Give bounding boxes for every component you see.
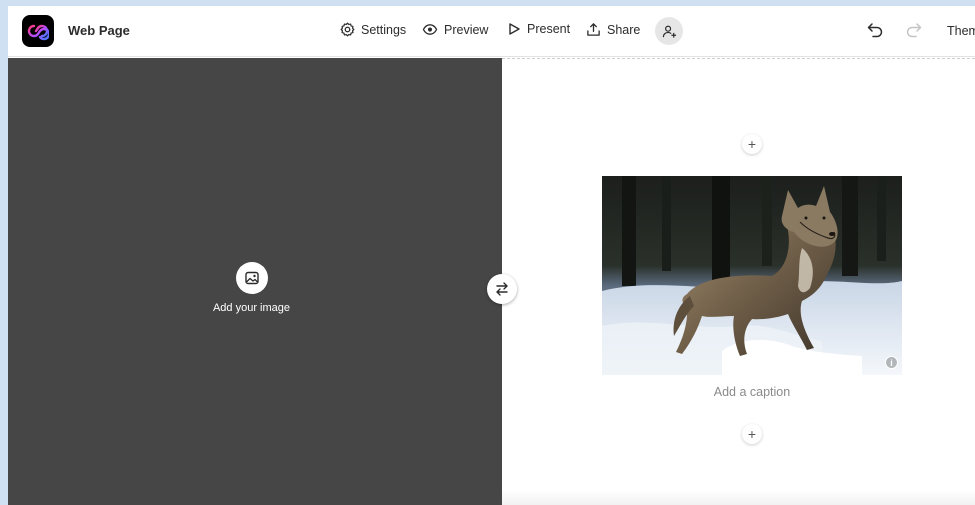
swap-icon	[496, 282, 508, 296]
add-content-above-button[interactable]: +	[742, 134, 762, 154]
top-toolbar: Web Page Settings Preview Present Share	[8, 6, 975, 57]
app-title: Web Page	[68, 23, 130, 38]
settings-button[interactable]: Settings	[340, 22, 406, 37]
present-button[interactable]: Present	[507, 22, 570, 36]
invite-button[interactable]	[655, 17, 683, 45]
image-placeholder-panel[interactable]: Add your image	[8, 58, 502, 505]
wolf-photo[interactable]: i	[602, 176, 902, 375]
gear-icon	[340, 22, 355, 37]
image-icon	[245, 271, 259, 285]
share-label: Share	[607, 22, 641, 37]
undo-icon	[867, 23, 883, 38]
eye-icon	[422, 24, 438, 35]
settings-label: Settings	[361, 22, 407, 37]
play-icon	[509, 23, 520, 35]
share-icon	[587, 23, 600, 36]
redo-icon	[906, 23, 922, 38]
app-logo-icon[interactable]	[22, 15, 54, 47]
share-button[interactable]: Share	[586, 22, 640, 37]
info-icon[interactable]: i	[885, 356, 898, 369]
add-image-label: Add your image	[212, 302, 291, 314]
page-bottom-edge	[502, 492, 975, 505]
preview-label: Preview	[444, 22, 489, 37]
present-label: Present	[527, 22, 571, 36]
redo-button[interactable]	[905, 21, 923, 44]
add-person-icon	[662, 25, 676, 38]
section-divider	[502, 58, 975, 59]
caption-input[interactable]: Add a caption	[602, 385, 902, 399]
add-image-button[interactable]	[236, 262, 268, 294]
add-content-below-button[interactable]: +	[742, 424, 762, 444]
preview-button[interactable]: Preview	[422, 22, 488, 37]
undo-button[interactable]	[866, 21, 884, 44]
theme-button[interactable]: Theme	[947, 24, 975, 38]
swap-layout-button[interactable]	[487, 274, 517, 304]
plus-icon: +	[747, 136, 757, 152]
plus-icon: +	[747, 426, 757, 442]
